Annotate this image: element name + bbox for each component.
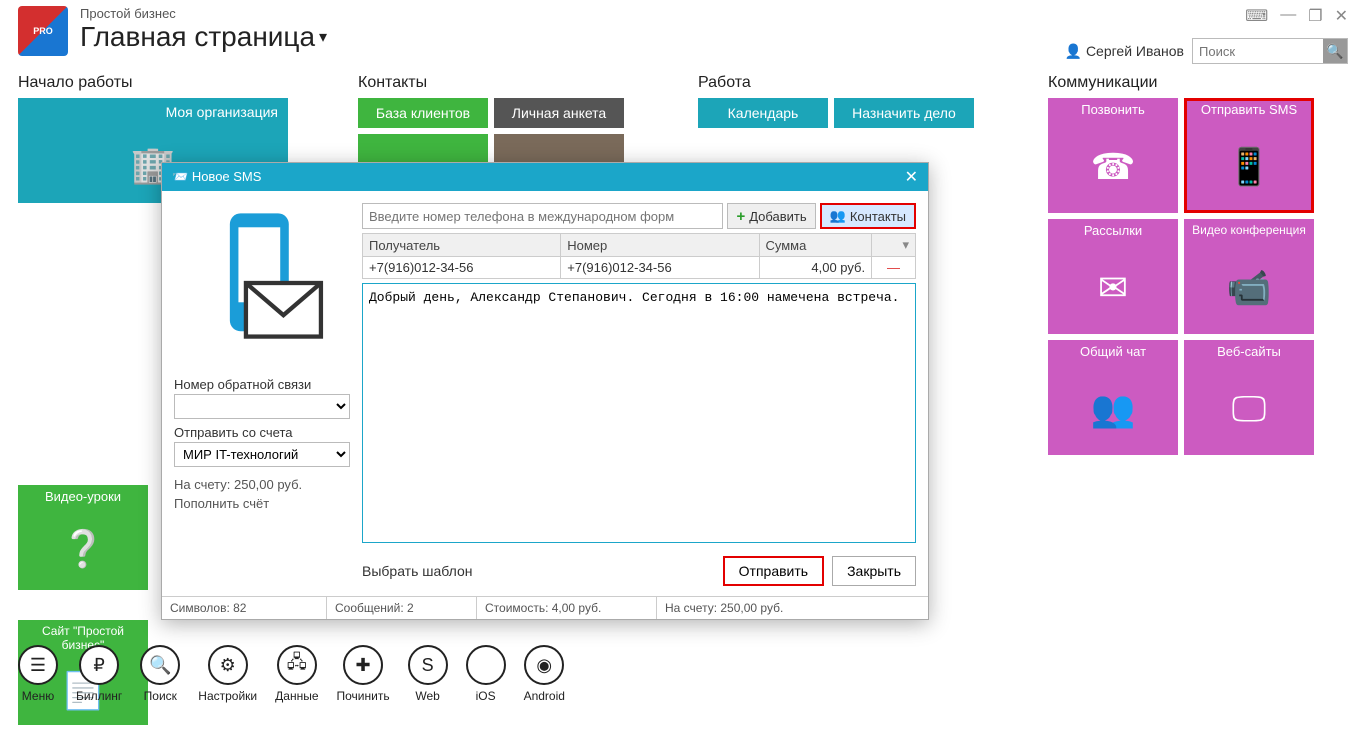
col-recipient[interactable]: Получатель — [363, 234, 561, 257]
tile-chat[interactable]: Общий чат 👥 — [1048, 340, 1178, 455]
bottom-web[interactable]: SWeb — [408, 645, 448, 703]
add-button[interactable]: +Добавить — [727, 203, 815, 229]
callback-label: Номер обратной связи — [174, 377, 350, 392]
table-row[interactable]: +7(916)012-34-56 +7(916)012-34-56 4,00 р… — [363, 257, 916, 279]
title-block: Простой бизнес Главная страница ▾ — [80, 6, 1065, 53]
section-title-work: Работа — [698, 74, 988, 92]
tile-calendar[interactable]: Календарь — [698, 98, 828, 128]
dialog-statusbar: Символов: 82 Сообщений: 2 Стоимость: 4,0… — [162, 596, 928, 619]
contacts-button[interactable]: 👥Контакты — [820, 203, 916, 229]
cell-recipient: +7(916)012-34-56 — [363, 257, 561, 279]
web-icon: S — [408, 645, 448, 685]
bottom-android[interactable]: ◉Android — [524, 645, 565, 703]
tile-assign-task[interactable]: Назначить дело — [834, 98, 974, 128]
account-label: Отправить со счета — [174, 425, 350, 440]
close-button[interactable]: Закрыть — [832, 556, 916, 586]
dropdown-caret-icon: ▾ — [319, 27, 327, 47]
page-title-text: Главная страница — [80, 21, 315, 53]
bottom-billing[interactable]: ₽Биллинг — [76, 645, 122, 703]
status-chars: Символов: 82 — [162, 597, 327, 619]
tile-websites[interactable]: Веб-сайты 🖵 — [1184, 340, 1314, 455]
menu-icon: ☰ — [18, 645, 58, 685]
mail-icon: ✉ — [1048, 242, 1178, 334]
col-menu[interactable]: ▾ — [872, 234, 916, 257]
phone-icon: ☎ — [1048, 121, 1178, 213]
chat-icon: 👥 — [1048, 363, 1178, 455]
dialog-sidebar: Номер обратной связи Отправить со счета … — [162, 191, 362, 596]
dialog-close-icon[interactable]: ✕ — [905, 167, 918, 187]
global-search: 🔍 — [1192, 38, 1348, 64]
maximize-icon[interactable]: ❐ — [1308, 6, 1322, 26]
callback-select[interactable] — [174, 394, 350, 419]
cell-number: +7(916)012-34-56 — [561, 257, 759, 279]
bottom-repair[interactable]: ✚Починить — [337, 645, 390, 703]
help-icon: ❔ — [18, 508, 148, 590]
repair-icon: ✚ — [343, 645, 383, 685]
android-icon: ◉ — [524, 645, 564, 685]
apple-icon — [466, 645, 506, 685]
status-messages: Сообщений: 2 — [327, 597, 477, 619]
plus-icon: + — [736, 208, 745, 225]
user-icon: 👤 — [1065, 43, 1082, 60]
tile-label: Моя организация — [18, 98, 288, 126]
message-textarea[interactable]: Добрый день, Александр Степанович. Сегод… — [362, 283, 916, 543]
section-title-comms: Коммуникации — [1048, 74, 1318, 92]
dialog-titlebar[interactable]: 📨 Новое SMS ✕ — [162, 163, 928, 191]
tile-send-sms[interactable]: Отправить SMS 📱 — [1184, 98, 1314, 213]
app-name: Простой бизнес — [80, 6, 1065, 21]
bottom-ios[interactable]: iOS — [466, 645, 506, 703]
cell-sum: 4,00 руб. — [759, 257, 872, 279]
app-logo: PRO — [18, 6, 68, 56]
tile-personal-profile[interactable]: Личная анкета — [494, 98, 624, 128]
close-window-icon[interactable]: ✕ — [1335, 6, 1348, 26]
tile-video-conf[interactable]: Видео конференция 📹 — [1184, 219, 1314, 334]
phone-envelope-icon — [187, 203, 337, 363]
bottom-data[interactable]: 🖧Данные — [275, 645, 318, 703]
app-header: PRO Простой бизнес Главная страница ▾ ⌨ … — [0, 0, 1366, 64]
bottom-settings[interactable]: ⚙Настройки — [198, 645, 257, 703]
window-controls: ⌨ — ❐ ✕ — [1245, 6, 1348, 26]
new-sms-dialog: 📨 Новое SMS ✕ Номер обратной связи Отпра… — [161, 162, 929, 620]
dialog-title: Новое SMS — [192, 169, 262, 184]
col-sum[interactable]: Сумма — [759, 234, 872, 257]
status-cost: Стоимость: 4,00 руб. — [477, 597, 657, 619]
user-name: Сергей Иванов — [1086, 43, 1184, 59]
search-button[interactable]: 🔍 — [1323, 39, 1347, 63]
account-select[interactable]: МИР IT-технологий — [174, 442, 350, 467]
send-button[interactable]: Отправить — [723, 556, 824, 586]
bottom-menu[interactable]: ☰Меню — [18, 645, 58, 703]
tile-mailings[interactable]: Рассылки ✉ — [1048, 219, 1178, 334]
data-icon: 🖧 — [277, 645, 317, 685]
people-icon: 👥 — [830, 208, 846, 224]
tile-video-lessons[interactable]: Видео-уроки ❔ — [18, 485, 148, 590]
minimize-icon[interactable]: — — [1280, 6, 1296, 26]
status-balance: На счету: 250,00 руб. — [657, 597, 928, 619]
page-title[interactable]: Главная страница ▾ — [80, 21, 1065, 53]
monitor-icon: 🖵 — [1184, 363, 1314, 455]
bottom-toolbar: ☰Меню ₽Биллинг 🔍Поиск ⚙Настройки 🖧Данные… — [18, 645, 565, 703]
tile-client-db[interactable]: База клиентов — [358, 98, 488, 128]
mail-small-icon: 📨 — [172, 169, 192, 184]
user-menu[interactable]: 👤 Сергей Иванов — [1065, 43, 1185, 60]
billing-icon: ₽ — [79, 645, 119, 685]
template-link[interactable]: Выбрать шаблон — [362, 563, 473, 579]
phone-input[interactable] — [362, 203, 723, 229]
dialog-main: +Добавить 👥Контакты Получатель Номер Сум… — [362, 191, 928, 596]
camera-icon: 📹 — [1184, 241, 1314, 334]
gear-icon: ⚙ — [208, 645, 248, 685]
bottom-search[interactable]: 🔍Поиск — [140, 645, 180, 703]
col-number[interactable]: Номер — [561, 234, 759, 257]
section-title-start: Начало работы — [18, 74, 298, 92]
sms-icon: 📱 — [1184, 121, 1314, 213]
tile-call[interactable]: Позвонить ☎ — [1048, 98, 1178, 213]
keyboard-icon[interactable]: ⌨ — [1245, 6, 1268, 26]
balance-text: На счету: 250,00 руб. — [174, 477, 350, 492]
section-title-contacts: Контакты — [358, 74, 638, 92]
recipients-table: Получатель Номер Сумма ▾ +7(916)012-34-5… — [362, 233, 916, 279]
search-input[interactable] — [1193, 40, 1323, 63]
delete-row-icon[interactable]: — — [872, 257, 916, 279]
search-icon: 🔍 — [140, 645, 180, 685]
topup-link[interactable]: Пополнить счёт — [174, 496, 350, 511]
